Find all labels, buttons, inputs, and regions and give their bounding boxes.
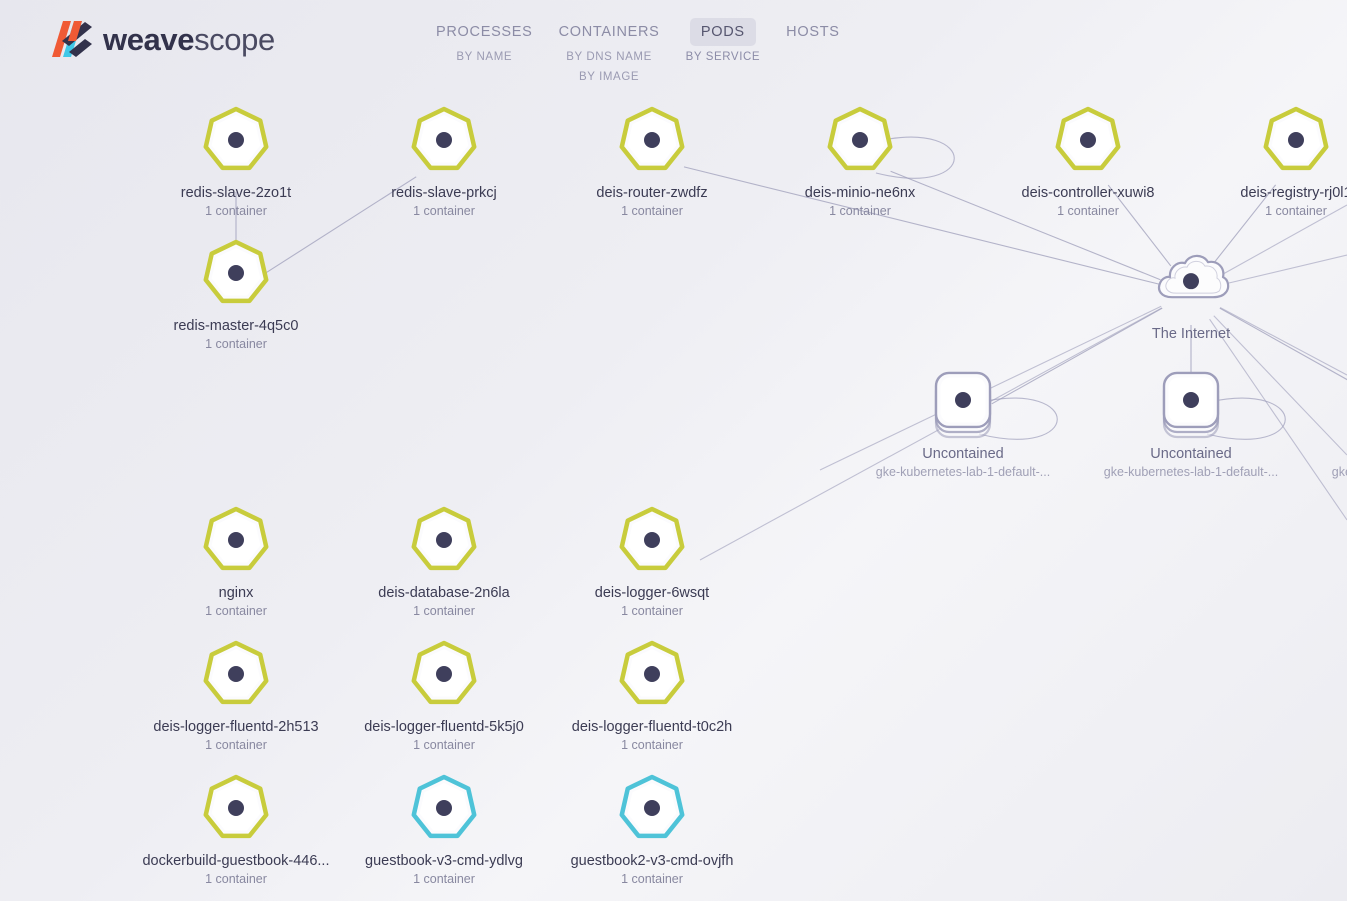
graph-node-deis-logger-fluentd-t0c2h[interactable]: deis-logger-fluentd-t0c2h 1 container xyxy=(552,634,752,752)
heptagon-icon xyxy=(827,106,893,171)
topology-subtab-by-service[interactable]: BY SERVICE xyxy=(675,46,772,66)
graph-node-dockerbuild-guestbook[interactable]: dockerbuild-guestbook-446... 1 container xyxy=(136,768,336,886)
heptagon-icon xyxy=(203,239,269,304)
node-sublabel: 1 container xyxy=(1057,203,1119,218)
node-label: The Internet xyxy=(1151,326,1231,343)
graph-node-redis-slave-2zo1t[interactable]: redis-slave-2zo1t 1 container xyxy=(136,100,336,218)
heptagon-icon xyxy=(411,106,477,171)
brand-light: scope xyxy=(194,21,275,57)
node-label: redis-slave-prkcj xyxy=(391,184,497,201)
node-label: Uncontained xyxy=(922,445,1004,462)
node-sublabel: 1 container xyxy=(205,871,267,886)
graph-node-nginx[interactable]: nginx 1 container xyxy=(136,500,336,618)
graph-node-redis-slave-prkcj[interactable]: redis-slave-prkcj 1 container xyxy=(344,100,544,218)
topology-tab-pods[interactable]: PODS xyxy=(689,18,756,46)
node-label: redis-slave-2zo1t xyxy=(180,184,292,201)
node-label: redis-master-4q5c0 xyxy=(173,317,299,334)
node-sublabel: 1 container xyxy=(829,203,891,218)
heptagon-icon xyxy=(619,774,685,839)
topology-subtab-by-dns-name[interactable]: BY DNS NAME xyxy=(555,46,663,66)
node-label: nginx xyxy=(218,584,254,601)
node-label: deis-logger-6wsqt xyxy=(594,584,710,601)
heptagon-icon xyxy=(203,506,269,571)
topology-subtab-by-image[interactable]: BY IMAGE xyxy=(568,66,650,86)
app-logo[interactable]: weavescope xyxy=(52,16,275,62)
topology-tab-hosts[interactable]: HOSTS xyxy=(775,18,850,46)
node-label: guestbook-v3-cmd-ydlvg xyxy=(365,852,523,869)
topology-subtab-by-name[interactable]: BY NAME xyxy=(445,46,523,66)
node-sublabel: 1 container xyxy=(1265,203,1327,218)
node-label: deis-logger-fluentd-5k5j0 xyxy=(364,718,524,735)
node-sublabel: 1 container xyxy=(205,203,267,218)
graph-node-guestbook-v3-cmd-ydlvg[interactable]: guestbook-v3-cmd-ydlvg 1 container xyxy=(344,768,544,886)
node-label: deis-registry-rj0l1 xyxy=(1240,184,1347,201)
graph-node-deis-minio-ne6nx[interactable]: deis-minio-ne6nx 1 container xyxy=(760,100,960,218)
heptagon-icon xyxy=(411,506,477,571)
node-label: deis-database-2n6la xyxy=(378,584,510,601)
node-sublabel: 1 container xyxy=(413,737,475,752)
graph-node-redis-master-4q5c0[interactable]: redis-master-4q5c0 1 container xyxy=(136,233,336,351)
topology-group-containers: CONTAINERS BY DNS NAME BY IMAGE xyxy=(548,18,671,86)
stacked-square-icon xyxy=(934,371,992,439)
heptagon-icon xyxy=(411,774,477,839)
graph-node-deis-controller-xuwi8[interactable]: deis-controller-xuwi8 1 container xyxy=(988,100,1188,218)
topology-tab-processes[interactable]: PROCESSES xyxy=(425,18,544,46)
node-sublabel: 1 container xyxy=(413,871,475,886)
heptagon-icon xyxy=(619,506,685,571)
node-label: deis-controller-xuwi8 xyxy=(1021,184,1155,201)
graph-node-deis-logger-fluentd-5k5j0[interactable]: deis-logger-fluentd-5k5j0 1 container xyxy=(344,634,544,752)
node-label: deis-logger-fluentd-t0c2h xyxy=(571,718,733,735)
node-label: deis-logger-fluentd-2h513 xyxy=(153,718,319,735)
node-sublabel: 1 container xyxy=(621,871,683,886)
heptagon-icon xyxy=(411,640,477,705)
cloud-icon xyxy=(1157,254,1230,299)
topology-nav: PROCESSES BY NAME CONTAINERS BY DNS NAME BY … xyxy=(425,18,855,86)
app-logo-text: weavescope xyxy=(103,24,275,55)
app-header: weavescope PROCESSES BY NAME CONTAINERS BY … xyxy=(0,0,1347,105)
node-sublabel: 1 container xyxy=(621,203,683,218)
node-sublabel: 1 container xyxy=(621,737,683,752)
graph-node-uncontained-3[interactable]: Uncontainedgke-kubernetes-lab-1-default-… xyxy=(1319,361,1347,479)
node-label: dockerbuild-guestbook-446... xyxy=(142,852,330,869)
heptagon-icon xyxy=(1263,106,1329,171)
topology-group-pods: PODS BY SERVICE xyxy=(675,18,772,66)
node-sublabel: 1 container xyxy=(205,336,267,351)
node-sublabel: gke-kubernetes-lab-1-default-... xyxy=(1331,464,1347,479)
graph-node-deis-database-2n6la[interactable]: deis-database-2n6la 1 container xyxy=(344,500,544,618)
weave-scope-logo-icon xyxy=(52,21,92,57)
heptagon-icon xyxy=(203,774,269,839)
heptagon-icon xyxy=(203,106,269,171)
graph-node-the-internet[interactable]: The Internet xyxy=(1091,241,1291,343)
topology-tab-containers[interactable]: CONTAINERS xyxy=(548,18,671,46)
node-label: guestbook2-v3-cmd-ovjfh xyxy=(570,852,734,869)
stacked-square-icon xyxy=(1162,371,1220,439)
graph-canvas: redis-slave-2zo1t 1 container redis-slave-… xyxy=(0,0,1347,901)
node-label: Uncontained xyxy=(1150,445,1232,462)
topology-group-hosts: HOSTS xyxy=(775,18,850,46)
node-sublabel: 1 container xyxy=(413,603,475,618)
node-sublabel: 1 container xyxy=(205,603,267,618)
node-sublabel: gke-kubernetes-lab-1-default-... xyxy=(875,464,1051,479)
graph-node-deis-registry-rj0l1[interactable]: deis-registry-rj0l1 1 container xyxy=(1196,100,1347,218)
node-label: deis-router-zwdfz xyxy=(596,184,708,201)
heptagon-icon xyxy=(1055,106,1121,171)
heptagon-icon xyxy=(203,640,269,705)
node-sublabel: 1 container xyxy=(205,737,267,752)
heptagon-icon xyxy=(619,640,685,705)
graph-node-uncontained-1[interactable]: Uncontained gke-kubernetes-lab-1-default-… xyxy=(863,361,1063,479)
graph-node-guestbook2-v3-cmd-ovjfh[interactable]: guestbook2-v3-cmd-ovjfh 1 container xyxy=(552,768,752,886)
heptagon-icon xyxy=(619,106,685,171)
node-sublabel: 1 container xyxy=(413,203,475,218)
graph-node-deis-logger-6wsqt[interactable]: deis-logger-6wsqt 1 container xyxy=(552,500,752,618)
graph-node-uncontained-2[interactable]: Uncontained gke-kubernetes-lab-1-default-… xyxy=(1091,361,1291,479)
brand-bold: weave xyxy=(103,21,195,57)
graph-node-deis-logger-fluentd-2h513[interactable]: deis-logger-fluentd-2h513 1 container xyxy=(136,634,336,752)
node-label: deis-minio-ne6nx xyxy=(804,184,916,201)
topology-group-processes: PROCESSES BY NAME xyxy=(425,18,544,66)
node-sublabel: 1 container xyxy=(621,603,683,618)
graph-node-deis-router-zwdfz[interactable]: deis-router-zwdfz 1 container xyxy=(552,100,752,218)
node-sublabel: gke-kubernetes-lab-1-default-... xyxy=(1103,464,1279,479)
